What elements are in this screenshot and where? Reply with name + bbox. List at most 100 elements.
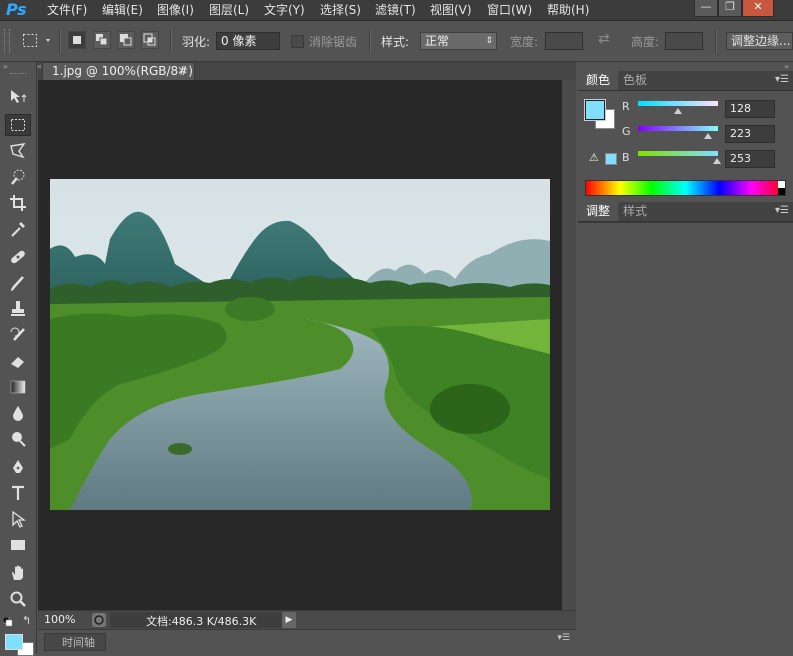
close-window-button[interactable]: ✕ — [742, 0, 774, 17]
collapse-arrows-icon[interactable]: » — [3, 62, 8, 71]
warning-triangle-icon[interactable]: ⚠ — [589, 151, 599, 164]
style-select[interactable]: 正常 ⇕ — [420, 32, 497, 50]
add-selection-icon — [96, 34, 108, 46]
blue-slider[interactable] — [638, 151, 718, 156]
status-info-icon[interactable] — [92, 613, 106, 627]
panel-menu-icon[interactable]: ▾☰ — [557, 633, 570, 643]
menu-window[interactable]: 窗口(W) — [487, 0, 532, 20]
red-slider[interactable] — [638, 101, 718, 106]
crop-tool[interactable] — [5, 192, 31, 214]
menu-file[interactable]: 文件(F) — [47, 0, 87, 20]
add-selection-button[interactable] — [93, 31, 111, 49]
eyedropper-tool[interactable] — [5, 218, 31, 240]
red-slider-thumb[interactable] — [674, 108, 683, 114]
eraser-tool[interactable] — [5, 350, 31, 372]
brush-tool[interactable] — [5, 272, 31, 294]
vertical-scrollbar[interactable] — [562, 80, 576, 610]
menu-filter[interactable]: 滤镜(T) — [375, 0, 416, 20]
dodge-icon — [12, 432, 26, 447]
swap-colors-icon[interactable]: ↰ — [22, 614, 31, 627]
gradient-tool[interactable] — [5, 376, 31, 398]
green-value-input[interactable]: 223 — [725, 125, 775, 143]
minimize-button[interactable]: — — [694, 0, 718, 17]
close-tab-icon[interactable]: × — [177, 63, 187, 77]
dodge-tool[interactable] — [5, 428, 31, 450]
type-tool[interactable] — [5, 482, 31, 504]
move-tool[interactable] — [5, 86, 31, 108]
history-brush-tool[interactable] — [5, 324, 31, 346]
menu-help[interactable]: 帮助(H) — [547, 0, 589, 20]
path-select-arrow-icon — [12, 510, 26, 528]
hand-icon — [12, 565, 23, 580]
swap-arrows-icon[interactable]: ⇄ — [598, 31, 610, 47]
healing-brush-tool[interactable] — [5, 246, 31, 268]
antialias-label: 消除锯齿 — [309, 35, 358, 49]
green-slider[interactable] — [638, 126, 718, 131]
antialias-checkbox[interactable] — [291, 35, 304, 48]
tab-styles[interactable]: 样式 — [615, 202, 655, 221]
menu-layer[interactable]: 图层(L) — [209, 0, 249, 20]
magnifier-icon — [10, 591, 26, 607]
brush-icon — [11, 276, 24, 291]
restore-button[interactable]: ❐ — [718, 0, 742, 17]
collapse-arrows-icon[interactable]: » — [784, 62, 789, 71]
photoshop-logo: Ps — [6, 0, 27, 19]
stamp-icon — [11, 301, 25, 316]
subtract-selection-button[interactable] — [117, 31, 135, 49]
panel-menu-icon[interactable]: ▾☰ — [775, 205, 789, 216]
canvas-area[interactable] — [38, 80, 562, 610]
feather-label: 羽化: — [182, 35, 211, 49]
green-slider-thumb[interactable] — [704, 133, 712, 139]
feather-input[interactable]: 0 像素 — [216, 32, 280, 50]
width-input[interactable] — [545, 32, 583, 50]
menu-select[interactable]: 选择(S) — [320, 0, 361, 20]
default-colors-icon[interactable] — [2, 616, 13, 630]
width-label: 宽度: — [510, 35, 539, 49]
right-panel-dock: » 颜色 色板 ▾☰ R 128 G 223 ⚠ B 253 调整 样式 ▾☰ — [578, 62, 793, 654]
blue-slider-thumb[interactable] — [713, 158, 722, 164]
zoom-level[interactable]: 100% — [44, 613, 75, 626]
pen-tool[interactable] — [5, 456, 31, 478]
menu-image[interactable]: 图像(I) — [157, 0, 194, 20]
quick-selection-tool[interactable] — [5, 166, 31, 188]
blur-tool[interactable] — [5, 402, 31, 424]
color-spectrum-ramp[interactable] — [585, 180, 786, 196]
rectangular-marquee-tool[interactable] — [5, 114, 31, 136]
status-menu-arrow-icon[interactable]: ▶ — [282, 612, 296, 628]
hand-tool[interactable] — [5, 562, 31, 584]
clone-stamp-tool[interactable] — [5, 298, 31, 320]
tab-swatches[interactable]: 色板 — [615, 71, 655, 90]
rectangle-tool[interactable] — [5, 534, 31, 556]
foreground-color-swatch[interactable] — [5, 634, 23, 650]
new-selection-button[interactable] — [68, 31, 86, 49]
eyedropper-icon — [11, 222, 25, 237]
blue-value-input[interactable]: 253 — [725, 150, 775, 168]
polygonal-lasso-icon — [10, 143, 26, 159]
document-tab-bar: « 1.jpg @ 100%(RGB/8#) × — [37, 62, 576, 80]
menu-type[interactable]: 文字(Y) — [264, 0, 305, 20]
tool-preset-picker[interactable] — [22, 33, 52, 52]
timeline-tab[interactable]: 时间轴 — [62, 634, 95, 650]
tab-adjustments[interactable]: 调整 — [578, 202, 619, 221]
height-input[interactable] — [665, 32, 703, 50]
options-grip — [4, 29, 10, 53]
subtract-selection-icon — [120, 34, 132, 46]
gamut-color-swatch[interactable] — [605, 153, 617, 165]
foreground-color-box[interactable] — [585, 100, 605, 120]
move-icon — [11, 90, 27, 103]
lasso-tool[interactable] — [5, 140, 31, 162]
path-selection-tool[interactable] — [5, 508, 31, 530]
document-tab[interactable]: 1.jpg @ 100%(RGB/8#) × — [42, 62, 195, 80]
rectangle-shape-icon — [11, 540, 25, 550]
tab-color[interactable]: 颜色 — [578, 71, 619, 90]
red-value-input[interactable]: 128 — [725, 100, 775, 118]
menu-edit[interactable]: 编辑(E) — [102, 0, 143, 20]
refine-edge-button[interactable]: 调整边缘... — [726, 32, 793, 50]
panel-menu-icon[interactable]: ▾☰ — [775, 74, 789, 85]
document-size-info: 文档:486.3 K/486.3K — [146, 615, 257, 628]
intersect-selection-button[interactable] — [141, 31, 159, 49]
menu-view[interactable]: 视图(V) — [430, 0, 472, 20]
landscape-photo — [50, 179, 550, 510]
zoom-tool[interactable] — [5, 588, 31, 610]
color-panel-tabs: 颜色 色板 ▾☰ — [578, 71, 793, 91]
